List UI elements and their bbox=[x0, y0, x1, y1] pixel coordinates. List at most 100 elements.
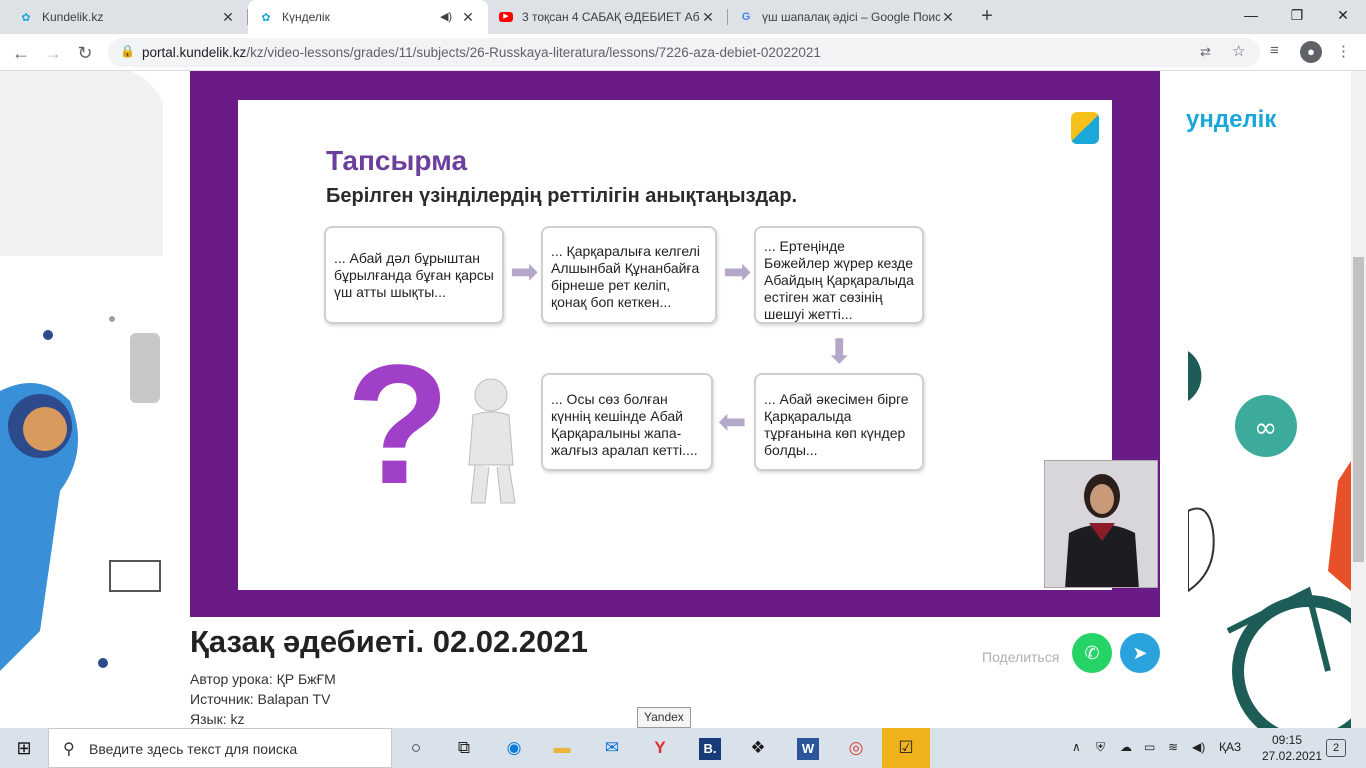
speaker-icon[interactable]: ◀) bbox=[438, 9, 454, 25]
url-text[interactable]: portal.kundelik.kz/kz/video-lessons/grad… bbox=[142, 45, 821, 60]
tab-title: Kundelik.kz bbox=[42, 10, 104, 24]
video-slide: Тапсырма Берілген үзінділердің реттілігі… bbox=[238, 100, 1158, 590]
tab-kundelik-active[interactable]: ✿ Күнделік ◀) ✕ bbox=[248, 0, 488, 34]
booking-icon[interactable]: B. bbox=[686, 728, 734, 768]
kundelik-logo-icon bbox=[1071, 112, 1099, 144]
video-player[interactable]: Тапсырма Берілген үзінділердің реттілігі… bbox=[190, 71, 1160, 617]
tab-kundelik[interactable]: ✿ Kundelik.kz ✕ bbox=[8, 0, 248, 34]
file-explorer-icon[interactable]: ▬ bbox=[538, 728, 586, 768]
close-icon[interactable]: ✕ bbox=[940, 9, 956, 25]
address-bar[interactable]: 🔒 portal.kundelik.kz/kz/video-lessons/gr… bbox=[108, 38, 1260, 67]
excerpt-card-4: ... Абай әкесімен бірге Қарқаралыда тұрғ… bbox=[754, 373, 924, 471]
wifi-icon[interactable]: ≋ bbox=[1168, 740, 1178, 754]
star-icon[interactable]: ☆ bbox=[1232, 42, 1245, 60]
media-control-icon[interactable]: ≡ bbox=[1270, 42, 1279, 59]
astronaut-illustration-icon bbox=[0, 71, 169, 671]
youtube-favicon-icon: ▶ bbox=[498, 9, 514, 25]
yandex-icon[interactable]: Y bbox=[636, 728, 684, 768]
tooltip: Yandex bbox=[637, 707, 691, 728]
dropbox-icon[interactable]: ❖ bbox=[734, 728, 782, 768]
maximize-button[interactable]: ❐ bbox=[1274, 0, 1320, 34]
taskbar-clock[interactable]: 09:15 27.02.2021 bbox=[1262, 732, 1323, 764]
tray-overflow-icon[interactable]: ∧ bbox=[1072, 740, 1081, 754]
excerpt-card-1: ... Абай дәл бұрыштан бұрылғанда бұған қ… bbox=[324, 226, 504, 324]
kundelik-favicon-icon: ✿ bbox=[261, 11, 271, 24]
lock-icon[interactable]: 🔒 bbox=[120, 44, 135, 58]
interpreter-image-icon bbox=[1045, 461, 1157, 587]
page-scrollbar[interactable] bbox=[1351, 71, 1366, 728]
scrollbar-thumb[interactable] bbox=[1353, 257, 1364, 562]
close-icon[interactable]: ✕ bbox=[220, 9, 236, 25]
whatsapp-share-button[interactable]: ✆ bbox=[1072, 633, 1112, 673]
close-icon[interactable]: ✕ bbox=[700, 9, 716, 25]
edge-icon[interactable]: ◉ bbox=[490, 728, 538, 768]
menu-icon[interactable]: ⋮ bbox=[1336, 42, 1351, 60]
minimize-button[interactable]: — bbox=[1228, 0, 1274, 34]
sign-language-interpreter bbox=[1044, 460, 1158, 588]
task-view-icon[interactable]: ⧉ bbox=[440, 728, 488, 768]
kundelik-app-icon[interactable]: ☑ bbox=[882, 728, 930, 768]
url-host: portal.kundelik.kz bbox=[142, 45, 247, 60]
security-icon[interactable]: ⛨ bbox=[1096, 740, 1105, 755]
lesson-source: Источник: Balapan TV bbox=[190, 691, 331, 707]
tab-youtube[interactable]: ▶ 3 тоқсан 4 САБАҚ ӘДЕБИЕТ Аба ✕ bbox=[488, 0, 728, 34]
lesson-author: Автор урока: ҚР БжҒМ bbox=[190, 671, 336, 687]
excerpt-card-3: ... Ертеңінде Бөжейлер жүрер кезде Абайд… bbox=[754, 226, 924, 324]
share-label: Поделиться bbox=[982, 649, 1060, 665]
telegram-icon: ➤ bbox=[1132, 643, 1148, 663]
slide-title: Тапсырма bbox=[326, 145, 468, 176]
profile-avatar-icon[interactable]: ● bbox=[1300, 41, 1322, 63]
right-decoration: ∞ bbox=[1187, 71, 1351, 728]
notification-count: 2 bbox=[1332, 742, 1340, 754]
volume-icon[interactable]: ◀) bbox=[1192, 740, 1205, 754]
windows-taskbar: ⊞ ⚲ Введите здесь текст для поиска ○ ⧉ ◉… bbox=[0, 728, 1366, 768]
arrow-right-icon: ➡ bbox=[723, 253, 752, 291]
back-button[interactable]: ← bbox=[8, 40, 34, 66]
arrow-left-icon: ⬅ bbox=[718, 403, 747, 441]
arrow-right-icon: ➡ bbox=[510, 253, 539, 291]
input-language[interactable]: ҚАЗ bbox=[1219, 740, 1241, 754]
tab-google[interactable]: G үш шапалақ әдісі – Google Поис ✕ bbox=[728, 0, 968, 34]
tab-title: үш шапалақ әдісі – Google Поис bbox=[762, 10, 940, 24]
forward-button[interactable]: → bbox=[40, 40, 66, 66]
word-icon[interactable]: W bbox=[784, 728, 832, 768]
excerpt-card-2: ... Қарқаралыға келгелі Алшынбай Құнанба… bbox=[541, 226, 717, 324]
search-icon: ⚲ bbox=[63, 741, 75, 758]
close-icon[interactable]: ✕ bbox=[460, 9, 476, 25]
lesson-title: Қазақ әдебиеті. 02.02.2021 bbox=[190, 624, 588, 659]
onedrive-icon[interactable]: ☁ bbox=[1120, 740, 1132, 754]
notifications-icon[interactable]: 2 bbox=[1326, 739, 1346, 757]
mail-icon[interactable]: ✉ bbox=[588, 728, 636, 768]
translate-icon[interactable]: ⇄ bbox=[1200, 44, 1211, 60]
question-mark-icon: ? bbox=[346, 330, 450, 520]
excerpt-card-5: ... Осы сөз болған күннің кешінде Абай Қ… bbox=[541, 373, 713, 471]
tab-title: 3 тоқсан 4 САБАҚ ӘДЕБИЕТ Аба bbox=[522, 10, 700, 24]
url-path: /kz/video-lessons/grades/11/subjects/26-… bbox=[246, 45, 821, 60]
page-content: ∞ ундeлiк Тапсырма Берілген үзінділердің… bbox=[0, 71, 1351, 728]
kundelik-logo[interactable]: ундeлiк bbox=[1186, 106, 1276, 134]
taskbar-search[interactable]: ⚲ Введите здесь текст для поиска bbox=[48, 728, 392, 768]
arrow-down-icon: ⬇ bbox=[825, 333, 854, 371]
cortana-icon[interactable]: ○ bbox=[392, 728, 440, 768]
bicycle-illustration-icon: ∞ bbox=[1187, 351, 1351, 728]
clock-date: 27.02.2021 bbox=[1262, 749, 1323, 763]
new-tab-button[interactable]: + bbox=[976, 6, 998, 28]
close-window-button[interactable]: ✕ bbox=[1320, 0, 1366, 34]
tab-title: Күнделік bbox=[282, 10, 330, 24]
tab-strip: ✿ Kundelik.kz ✕ ✿ Күнделік ◀) ✕ ▶ 3 тоқс… bbox=[0, 0, 1366, 34]
reload-button[interactable]: ↻ bbox=[72, 40, 98, 66]
lesson-language: Язык: kz bbox=[190, 711, 245, 727]
chrome-icon[interactable]: ◎ bbox=[832, 728, 880, 768]
slide-subtitle: Берілген үзінділердің реттілігін анықтаң… bbox=[326, 185, 798, 207]
svg-text:∞: ∞ bbox=[1254, 411, 1277, 444]
taskbar-search-placeholder: Введите здесь текст для поиска bbox=[89, 741, 298, 757]
whatsapp-icon: ✆ bbox=[1084, 643, 1100, 663]
thinking-figure-icon bbox=[468, 378, 516, 504]
telegram-share-button[interactable]: ➤ bbox=[1120, 633, 1160, 673]
browser-toolbar: ← → ↻ 🔒 portal.kundelik.kz/kz/video-less… bbox=[0, 34, 1366, 71]
clock-time: 09:15 bbox=[1271, 733, 1303, 747]
left-decoration bbox=[0, 71, 169, 728]
windows-start-icon[interactable]: ⊞ bbox=[0, 728, 48, 768]
google-favicon-icon: G bbox=[741, 11, 751, 23]
battery-icon[interactable]: ▭ bbox=[1144, 740, 1155, 754]
